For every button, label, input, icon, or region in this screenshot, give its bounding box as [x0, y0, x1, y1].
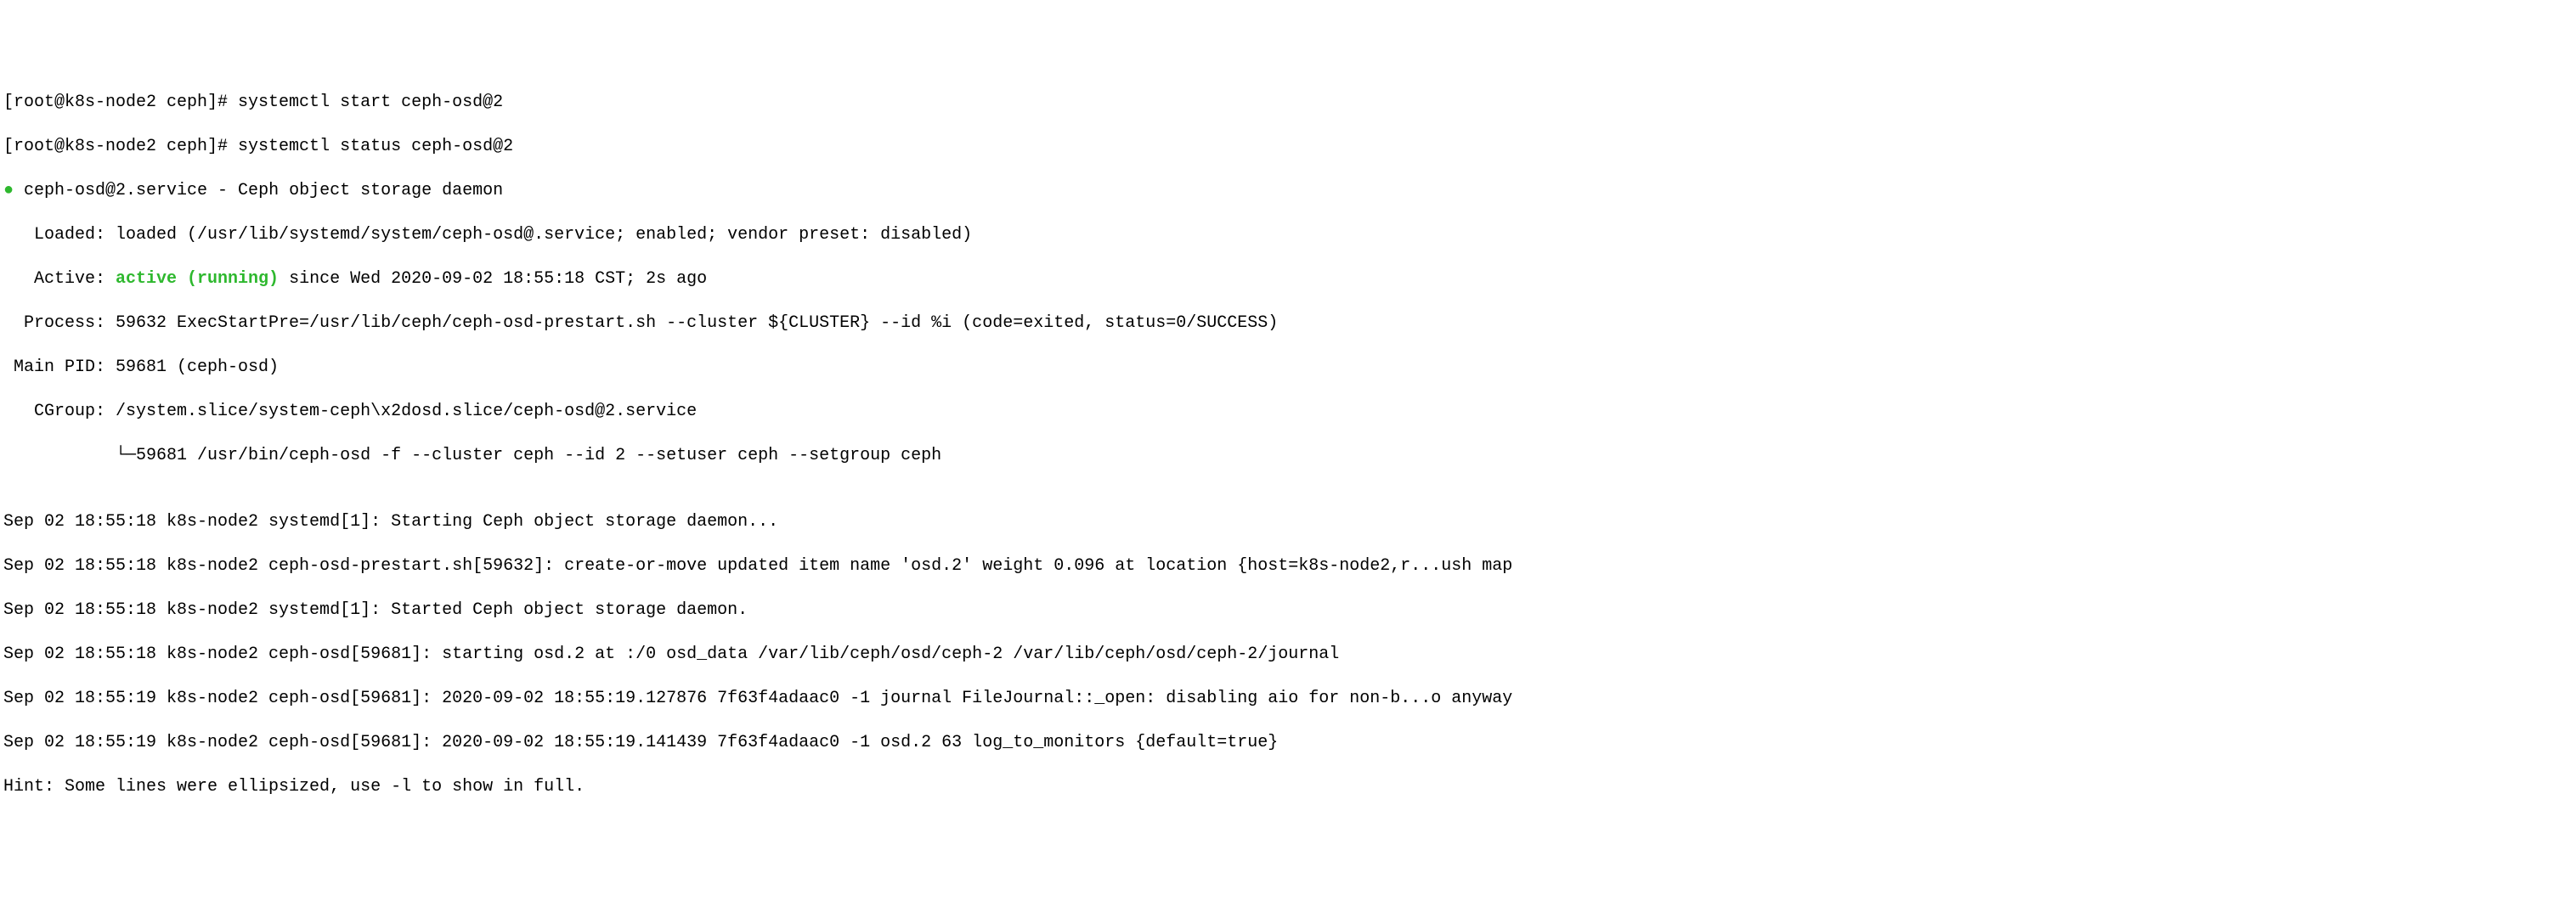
process-info: Process: 59632 ExecStartPre=/usr/lib/cep…: [3, 312, 2573, 335]
log-line: Sep 02 18:55:18 k8s-node2 systemd[1]: St…: [3, 600, 2573, 622]
active-running-badge: active (running): [116, 269, 279, 289]
log-line: Sep 02 18:55:18 k8s-node2 ceph-osd-prest…: [3, 555, 2573, 577]
hint-line: Hint: Some lines were ellipsized, use -l…: [3, 776, 2573, 798]
terminal-line: [root@k8s-node2 ceph]# systemctl start c…: [3, 92, 2573, 114]
active-since: since Wed 2020-09-02 18:55:18 CST; 2s ag…: [279, 269, 707, 289]
terminal-line: [root@k8s-node2 ceph]# systemctl status …: [3, 136, 2573, 158]
shell-prompt: [root@k8s-node2 ceph]#: [3, 137, 238, 156]
service-header: ● ceph-osd@2.service - Ceph object stora…: [3, 180, 2573, 202]
loaded-status: Loaded: loaded (/usr/lib/systemd/system/…: [3, 224, 2573, 246]
cgroup-path: CGroup: /system.slice/system-ceph\x2dosd…: [3, 401, 2573, 423]
command-text: systemctl start ceph-osd@2: [238, 93, 503, 112]
status-dot-icon: ●: [3, 181, 14, 200]
active-label: Active:: [3, 269, 116, 289]
active-status: Active: active (running) since Wed 2020-…: [3, 268, 2573, 290]
cgroup-child: └─59681 /usr/bin/ceph-osd -f --cluster c…: [3, 445, 2573, 467]
log-line: Sep 02 18:55:19 k8s-node2 ceph-osd[59681…: [3, 688, 2573, 710]
main-pid: Main PID: 59681 (ceph-osd): [3, 357, 2573, 379]
command-text: systemctl status ceph-osd@2: [238, 137, 513, 156]
log-line: Sep 02 18:55:18 k8s-node2 systemd[1]: St…: [3, 511, 2573, 533]
shell-prompt: [root@k8s-node2 ceph]#: [3, 93, 238, 112]
log-line: Sep 02 18:55:19 k8s-node2 ceph-osd[59681…: [3, 732, 2573, 754]
service-name: ceph-osd@2.service - Ceph object storage…: [14, 181, 503, 200]
log-line: Sep 02 18:55:18 k8s-node2 ceph-osd[59681…: [3, 644, 2573, 666]
